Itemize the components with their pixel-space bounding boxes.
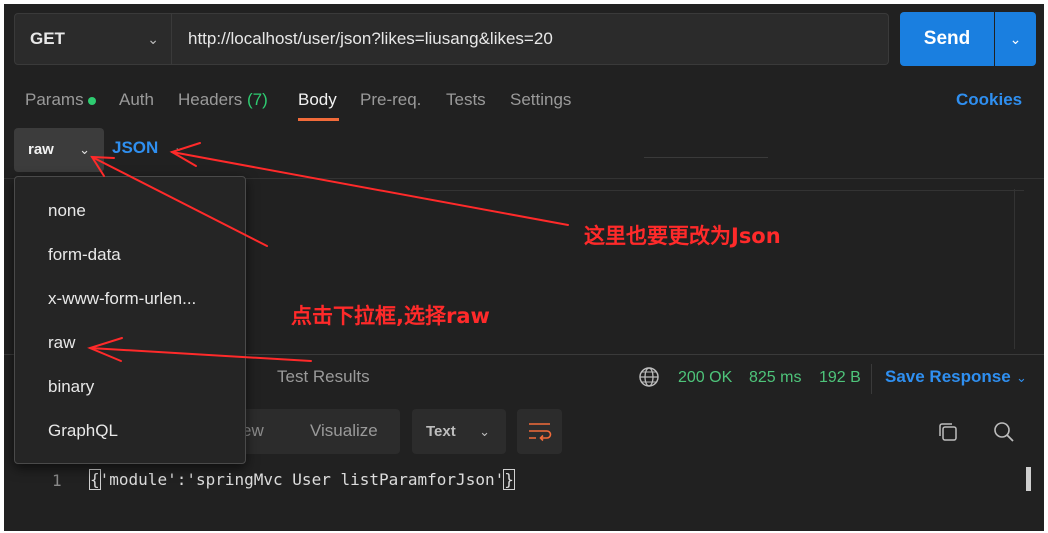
response-format-select[interactable]: Text ⌄	[412, 409, 506, 454]
menu-item-x-www-form-urlencoded[interactable]: x-www-form-urlen...	[48, 289, 196, 309]
chevron-down-icon: ⌄	[1009, 31, 1022, 47]
menu-item-graphql[interactable]: GraphQL	[48, 421, 118, 441]
copy-icon[interactable]	[937, 421, 959, 443]
menu-item-none[interactable]: none	[48, 201, 86, 221]
cookies-link[interactable]: Cookies	[956, 90, 1022, 110]
body-type-label: raw	[28, 141, 54, 158]
http-method-select[interactable]: GET ⌄	[14, 13, 172, 65]
menu-item-raw[interactable]: raw	[48, 333, 75, 353]
chevron-down-icon: ⌄	[79, 142, 90, 157]
save-response-button[interactable]: Save Response	[885, 367, 1011, 387]
divider	[424, 190, 1024, 191]
open-brace: {	[89, 469, 101, 490]
response-body-line[interactable]: {'module':'springMvc User listParamforJs…	[89, 469, 515, 490]
chevron-down-icon: ⌄	[147, 31, 159, 47]
view-tab-visualize[interactable]: Visualize	[310, 421, 378, 441]
tab-auth[interactable]: Auth	[119, 90, 154, 110]
tab-pre-request[interactable]: Pre-req.	[360, 90, 421, 110]
response-time: 825 ms	[749, 369, 802, 386]
send-button[interactable]: Send	[900, 12, 994, 66]
divider	[644, 157, 768, 158]
menu-item-form-data[interactable]: form-data	[48, 245, 121, 265]
status-code: 200 OK	[678, 369, 733, 386]
chevron-down-icon[interactable]: ⌄	[1016, 370, 1027, 386]
response-size: 192 B	[819, 369, 861, 386]
params-indicator-dot	[88, 97, 96, 105]
tab-params[interactable]: Params	[25, 90, 84, 110]
tab-headers[interactable]: Headers (7)	[178, 90, 268, 110]
annotation-json-note: 这里也要更改为Json	[584, 224, 781, 248]
search-icon[interactable]	[992, 420, 1016, 444]
tab-tests[interactable]: Tests	[446, 90, 486, 110]
body-type-select[interactable]: raw ⌄	[14, 128, 104, 172]
tab-test-results[interactable]: Test Results	[277, 367, 370, 387]
chevron-down-icon[interactable]: ⌄	[174, 140, 184, 154]
close-brace: }	[503, 469, 515, 490]
divider	[871, 364, 872, 394]
chevron-down-icon: ⌄	[479, 424, 490, 439]
response-scrollbar[interactable]	[1026, 467, 1031, 491]
headers-count-badge: (7)	[247, 90, 268, 109]
tab-settings[interactable]: Settings	[510, 90, 571, 110]
body-type-dropdown-menu: none form-data x-www-form-urlen... raw b…	[14, 176, 246, 464]
body-format-select[interactable]: JSON	[112, 138, 158, 158]
method-label: GET	[30, 29, 65, 48]
globe-icon[interactable]	[638, 366, 660, 388]
annotation-raw-note: 点击下拉框,选择raw	[291, 304, 490, 328]
tab-body[interactable]: Body	[298, 90, 337, 110]
tab-headers-label: Headers	[178, 90, 243, 109]
line-number: 1	[52, 471, 62, 490]
response-format-label: Text	[426, 423, 456, 440]
response-body-text: 'module':'springMvc User listParamforJso…	[99, 470, 505, 489]
postman-window: GET ⌄ http://localhost/user/json?likes=l…	[4, 4, 1044, 531]
editor-scrollbar[interactable]	[1014, 189, 1035, 349]
wrap-lines-icon[interactable]	[517, 409, 562, 454]
send-options-button[interactable]: ⌄	[995, 12, 1036, 66]
active-tab-underline	[298, 118, 339, 121]
url-input[interactable]: http://localhost/user/json?likes=liusang…	[172, 13, 889, 65]
menu-item-binary[interactable]: binary	[48, 377, 94, 397]
